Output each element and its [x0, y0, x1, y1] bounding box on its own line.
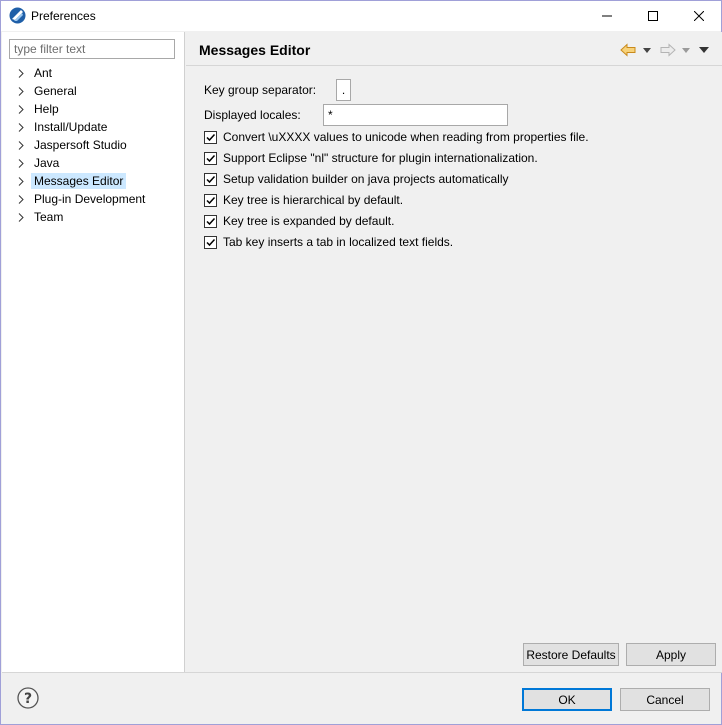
chevron-right-icon[interactable]: [18, 213, 25, 222]
preference-page: Messages Editor Key group separator: . D…: [186, 32, 722, 672]
chevron-right-icon[interactable]: [18, 105, 25, 114]
ok-button[interactable]: OK: [522, 688, 612, 711]
maximize-button[interactable]: [630, 1, 676, 31]
svg-text:?: ?: [24, 691, 32, 707]
back-button[interactable]: [620, 41, 636, 59]
preferences-window: Preferences Ant General Help: [0, 0, 722, 725]
option-label: Convert \uXXXX values to unicode when re…: [223, 130, 589, 144]
tree-item-ant[interactable]: Ant: [2, 64, 185, 82]
tree-item-plug-in-development[interactable]: Plug-in Development: [2, 190, 185, 208]
key-group-separator-label: Key group separator:: [204, 83, 317, 97]
tree-item-messages-editor[interactable]: Messages Editor: [2, 172, 185, 190]
tree-item-label: Java: [34, 156, 60, 170]
checkmark-icon: [206, 133, 216, 141]
chevron-right-icon[interactable]: [18, 123, 25, 132]
option-label: Tab key inserts a tab in localized text …: [223, 235, 454, 249]
option-label: Key tree is expanded by default.: [223, 214, 395, 228]
preferences-sidebar: Ant General Help Install/Update Jasperso…: [2, 32, 185, 672]
option-convert-unicode[interactable]: Convert \uXXXX values to unicode when re…: [204, 128, 589, 146]
chevron-down-icon: [682, 47, 690, 53]
help-button[interactable]: ?: [17, 687, 39, 709]
option-label: Setup validation builder on java project…: [223, 172, 509, 186]
chevron-right-icon[interactable]: [18, 195, 25, 204]
chevron-down-icon: [643, 47, 651, 53]
close-button[interactable]: [676, 1, 722, 31]
option-label: Support Eclipse "nl" structure for plugi…: [223, 151, 538, 165]
option-tab-key-inserts-tab[interactable]: Tab key inserts a tab in localized text …: [204, 233, 453, 251]
tree-item-label: Plug-in Development: [34, 192, 146, 206]
chevron-right-icon[interactable]: [18, 177, 25, 186]
view-menu-button[interactable]: [699, 41, 709, 59]
chevron-right-icon[interactable]: [18, 141, 25, 150]
help-icon: ?: [17, 687, 39, 709]
footer-divider: [2, 672, 722, 673]
view-menu-icon: [699, 47, 709, 53]
minimize-icon: [602, 15, 612, 17]
window-title: Preferences: [31, 9, 96, 23]
displayed-locales-label: Displayed locales:: [204, 108, 301, 122]
checkbox-checked[interactable]: [204, 193, 217, 207]
chevron-right-icon[interactable]: [18, 159, 25, 168]
apply-button[interactable]: Apply: [626, 643, 716, 666]
cancel-button[interactable]: Cancel: [620, 688, 710, 711]
back-history-dropdown[interactable]: [643, 41, 651, 59]
checkmark-icon: [206, 217, 216, 225]
option-key-tree-hierarchical[interactable]: Key tree is hierarchical by default.: [204, 191, 403, 209]
restore-defaults-button[interactable]: Restore Defaults: [523, 643, 619, 666]
page-header: Messages Editor: [186, 32, 722, 66]
page-title: Messages Editor: [199, 42, 311, 58]
tree-item-label: Help: [34, 102, 59, 116]
tree-item-help[interactable]: Help: [2, 100, 185, 118]
option-label: Key tree is hierarchical by default.: [223, 193, 404, 207]
close-icon: [694, 11, 704, 21]
tree-item-java[interactable]: Java: [2, 154, 185, 172]
maximize-icon: [648, 11, 658, 21]
forward-history-dropdown[interactable]: [682, 41, 690, 59]
checkmark-icon: [206, 238, 216, 246]
chevron-right-icon[interactable]: [18, 87, 25, 96]
tree-item-label: Messages Editor: [31, 173, 127, 189]
checkbox-checked[interactable]: [204, 235, 217, 249]
option-key-tree-expanded[interactable]: Key tree is expanded by default.: [204, 212, 394, 230]
checkmark-icon: [206, 154, 216, 162]
minimize-button[interactable]: [584, 1, 630, 31]
filter-input[interactable]: [9, 39, 175, 59]
tree-item-general[interactable]: General: [2, 82, 185, 100]
displayed-locales-input[interactable]: [323, 104, 508, 126]
tree-item-label: Install/Update: [34, 120, 108, 134]
chevron-right-icon[interactable]: [18, 69, 25, 78]
tree-item-team[interactable]: Team: [2, 208, 185, 226]
tree-item-label: General: [34, 84, 77, 98]
tree-item-label: Jaspersoft Studio: [34, 138, 127, 152]
checkbox-checked[interactable]: [204, 130, 217, 144]
tree-item-label: Ant: [34, 66, 53, 80]
tree-item-jaspersoft-studio[interactable]: Jaspersoft Studio: [2, 136, 185, 154]
back-arrow-icon: [620, 43, 636, 57]
checkmark-icon: [206, 196, 216, 204]
checkmark-icon: [206, 175, 216, 183]
option-eclipse-nl-structure[interactable]: Support Eclipse "nl" structure for plugi…: [204, 149, 538, 167]
preferences-tree: Ant General Help Install/Update Jasperso…: [2, 64, 185, 226]
forward-arrow-icon: [660, 43, 676, 57]
checkbox-checked[interactable]: [204, 151, 217, 165]
option-validation-builder[interactable]: Setup validation builder on java project…: [204, 170, 509, 188]
tree-item-label: Team: [34, 210, 64, 224]
tree-item-install-update[interactable]: Install/Update: [2, 118, 185, 136]
checkbox-checked[interactable]: [204, 214, 217, 228]
eclipse-icon: [9, 7, 26, 24]
forward-button[interactable]: [660, 41, 676, 59]
checkbox-checked[interactable]: [204, 172, 217, 186]
title-bar[interactable]: Preferences: [1, 1, 721, 31]
key-group-separator-input[interactable]: [336, 79, 351, 101]
